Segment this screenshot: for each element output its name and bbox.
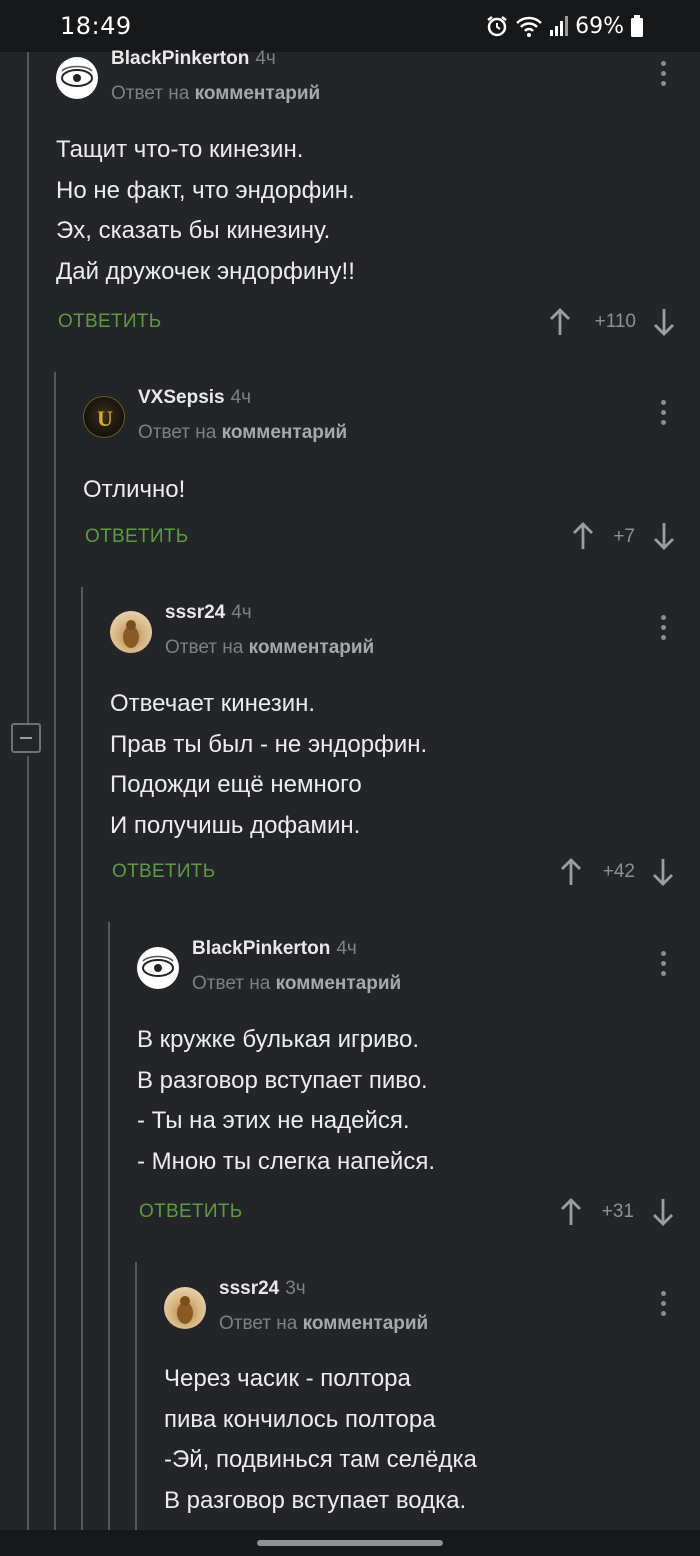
upvote-arrow-icon[interactable] bbox=[548, 307, 572, 337]
comment-time: 4ч bbox=[231, 602, 252, 623]
comment-line: Подожди ещё немного bbox=[110, 771, 362, 798]
reply-to-link[interactable]: комментарий bbox=[195, 83, 321, 104]
thread-line-1[interactable] bbox=[27, 52, 29, 723]
thread-line-5[interactable] bbox=[135, 1262, 137, 1530]
comment-rating: +31 bbox=[601, 1201, 634, 1222]
status-time: 18:49 bbox=[60, 12, 132, 40]
comment-text: Тащит что-то кинезин. Но не факт, что эн… bbox=[56, 130, 355, 292]
downvote-arrow-icon[interactable] bbox=[651, 1197, 675, 1227]
comment-line: Тащит что-то кинезин. bbox=[56, 136, 304, 163]
comment-line: - Ты на этих не надейся. bbox=[137, 1107, 410, 1134]
signal-icon bbox=[550, 16, 569, 36]
more-menu-icon[interactable] bbox=[658, 400, 668, 430]
comment-line: Через часик - полтора bbox=[164, 1365, 411, 1392]
battery-icon bbox=[631, 15, 643, 37]
thread-line-1[interactable] bbox=[27, 756, 29, 1530]
comment-line: В разговор вступает водка. bbox=[164, 1486, 467, 1514]
comment-rating: +7 bbox=[613, 526, 635, 547]
reply-to: Ответ на комментарий bbox=[165, 637, 375, 658]
comment-line: В разговор вступает пиво. bbox=[137, 1066, 428, 1094]
comment-text: Отвечает кинезин. Прав ты был - не эндор… bbox=[110, 684, 427, 846]
more-menu-icon[interactable] bbox=[658, 951, 668, 981]
reply-button[interactable]: ОТВЕТИТЬ bbox=[85, 526, 188, 548]
comment-line: Дай дружочек эндорфину!! bbox=[56, 257, 355, 285]
comment-line: - Мною ты слегка напейся. bbox=[137, 1147, 435, 1175]
status-bar: 18:49 69% bbox=[0, 0, 700, 52]
reply-to-link[interactable]: комментарий bbox=[303, 1313, 429, 1334]
svg-text:U: U bbox=[97, 406, 113, 431]
reply-to-link[interactable]: комментарий bbox=[249, 637, 375, 658]
comment-author[interactable]: BlackPinkerton 4ч bbox=[111, 48, 276, 70]
status-icons: 69% bbox=[485, 12, 644, 40]
comment-line: И получишь дофамин. bbox=[110, 811, 361, 839]
downvote-arrow-icon[interactable] bbox=[652, 521, 676, 551]
comment-rating: +42 bbox=[602, 861, 635, 882]
thread-line-3[interactable] bbox=[81, 587, 83, 1530]
battery-percent: 69% bbox=[575, 13, 624, 39]
comment-time: 4ч bbox=[230, 387, 252, 408]
more-menu-icon[interactable] bbox=[658, 61, 668, 91]
avatar[interactable] bbox=[110, 611, 152, 653]
home-gesture-handle[interactable] bbox=[257, 1540, 443, 1546]
alarm-icon bbox=[487, 16, 507, 37]
reply-to: Ответ на комментарий bbox=[219, 1313, 429, 1334]
comment-time: 3ч bbox=[285, 1278, 306, 1299]
avatar[interactable] bbox=[137, 947, 179, 989]
comment-text: Через часик - полтора пива кончилось пол… bbox=[164, 1359, 477, 1521]
downvote-arrow-icon[interactable] bbox=[652, 307, 676, 337]
comment-line: Отвечает кинезин. bbox=[110, 690, 316, 717]
avatar[interactable] bbox=[164, 1287, 206, 1329]
comment-time: 4ч bbox=[336, 938, 357, 959]
thread-line-4[interactable] bbox=[108, 922, 110, 1530]
reply-button[interactable]: ОТВЕТИТЬ bbox=[139, 1201, 242, 1223]
comment-line: пива кончилось полтора bbox=[164, 1405, 436, 1433]
comment-text: В кружке булькая игриво. В разговор всту… bbox=[137, 1020, 435, 1182]
comment-line: Эх, сказать бы кинезину. bbox=[56, 217, 331, 244]
reply-button[interactable]: ОТВЕТИТЬ bbox=[112, 861, 215, 883]
comment-time: 4ч bbox=[255, 48, 276, 69]
reply-to: Ответ на комментарий bbox=[138, 422, 348, 443]
comment-line: -Эй, подвинься там селёдка bbox=[164, 1446, 477, 1473]
comment-line: В кружке булькая игриво. bbox=[137, 1026, 420, 1053]
comment-text: Отлично! bbox=[83, 470, 185, 511]
wifi-icon bbox=[516, 16, 542, 37]
avatar[interactable] bbox=[56, 57, 98, 99]
comment-author[interactable]: BlackPinkerton 4ч bbox=[192, 938, 357, 960]
comment-line: Но не факт, что эндорфин. bbox=[56, 176, 355, 204]
thread-line-2[interactable] bbox=[54, 372, 56, 1530]
comment-author[interactable]: sssr24 3ч bbox=[219, 1278, 306, 1300]
comment-rating: +110 bbox=[594, 311, 636, 332]
reply-button[interactable]: ОТВЕТИТЬ bbox=[58, 311, 161, 333]
comment-line: Отлично! bbox=[83, 476, 186, 503]
reply-to: Ответ на комментарий bbox=[192, 973, 402, 994]
more-menu-icon[interactable] bbox=[658, 615, 668, 645]
collapse-thread-button[interactable] bbox=[11, 723, 41, 753]
avatar[interactable]: U bbox=[83, 396, 125, 438]
comment-line: Прав ты был - не эндорфин. bbox=[110, 730, 428, 758]
reply-to-link[interactable]: комментарий bbox=[276, 973, 402, 994]
comment-author[interactable]: VXSepsis 4ч bbox=[138, 387, 251, 409]
reply-to-link[interactable]: комментарий bbox=[222, 422, 348, 443]
comment-author[interactable]: sssr24 4ч bbox=[165, 602, 252, 624]
reply-to: Ответ на комментарий bbox=[111, 83, 321, 104]
downvote-arrow-icon[interactable] bbox=[651, 857, 675, 887]
more-menu-icon[interactable] bbox=[658, 1291, 668, 1321]
